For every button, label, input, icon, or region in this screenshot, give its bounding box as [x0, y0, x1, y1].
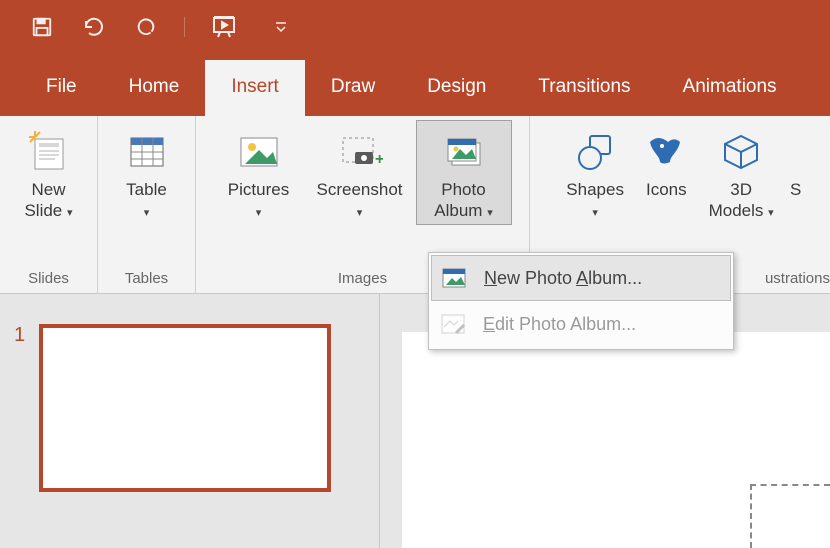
menu-edit-photo-album: Edit Photo Album... [431, 301, 731, 347]
slide-canvas[interactable] [402, 332, 830, 548]
new-photo-album-icon [440, 264, 468, 292]
screenshot-button[interactable]: + Screenshot ▾ [304, 120, 416, 225]
photo-album-label-2: Album [434, 201, 482, 220]
pictures-button[interactable]: Pictures ▾ [214, 120, 304, 225]
chevron-down-icon: ▾ [768, 207, 774, 219]
menu-new-photo-album[interactable]: New Photo Album... [431, 255, 731, 301]
chevron-down-icon: ▾ [487, 207, 493, 219]
tab-design[interactable]: Design [401, 60, 512, 116]
group-tables: Table ▾ Tables [98, 116, 196, 293]
tab-animations[interactable]: Animations [657, 60, 803, 116]
menu-new-photo-album-label: New Photo Album... [484, 268, 642, 289]
shapes-label: Shapes [566, 180, 624, 199]
slide-thumbnail-pane[interactable]: 1 [0, 294, 380, 548]
smartart-partial-label: S [790, 180, 801, 199]
3d-models-label-2: Models [709, 201, 764, 220]
redo-icon [135, 16, 157, 38]
photo-album-icon [442, 131, 486, 173]
shapes-icon [574, 132, 616, 172]
pictures-label: Pictures [228, 180, 289, 199]
slide-thumbnail-1[interactable] [39, 324, 331, 492]
icons-button[interactable]: Icons [635, 120, 698, 203]
3d-models-label-1: 3D [730, 180, 752, 199]
dropdown-caret-icon [275, 20, 287, 34]
slide-number: 1 [14, 324, 25, 548]
tab-transitions[interactable]: Transitions [512, 60, 656, 116]
edit-photo-album-icon [439, 310, 467, 338]
content-placeholder[interactable] [750, 484, 830, 548]
3d-models-button[interactable]: 3D Models ▾ [698, 120, 785, 225]
tab-home[interactable]: Home [103, 60, 206, 116]
icons-icon [646, 132, 686, 172]
photo-album-button[interactable]: Photo Album ▾ [416, 120, 512, 225]
chevron-down-icon: ▾ [67, 207, 73, 219]
table-icon [127, 132, 167, 172]
tab-file[interactable]: File [20, 60, 103, 116]
table-label: Table [126, 180, 167, 199]
pictures-icon [237, 132, 281, 172]
3d-models-icon [721, 132, 761, 172]
save-icon [31, 16, 53, 38]
chevron-down-icon: ▾ [256, 207, 262, 219]
menu-edit-photo-album-label: Edit Photo Album... [483, 314, 636, 335]
slideshow-icon [212, 16, 240, 38]
tab-draw[interactable]: Draw [305, 60, 401, 116]
redo-button[interactable] [132, 13, 160, 41]
table-button[interactable]: Table ▾ [111, 120, 183, 225]
chevron-down-icon: ▾ [357, 207, 363, 219]
chevron-down-icon: ▾ [592, 207, 598, 219]
new-slide-button[interactable]: New Slide ▾ [13, 120, 85, 225]
screenshot-icon: + [337, 132, 383, 172]
undo-icon [82, 17, 106, 37]
new-slide-label-2: Slide [24, 201, 62, 220]
group-label-tables: Tables [98, 264, 195, 293]
save-button[interactable] [28, 13, 56, 41]
quick-access-toolbar [0, 0, 830, 54]
smartart-button[interactable]: S [785, 120, 805, 203]
slideshow-from-start-button[interactable] [209, 13, 243, 41]
tab-insert[interactable]: Insert [205, 60, 305, 116]
chevron-down-icon: ▾ [144, 207, 150, 219]
qat-separator [184, 17, 185, 37]
customize-qat-button[interactable] [267, 13, 295, 41]
photo-album-label-1: Photo [441, 180, 485, 199]
undo-button[interactable] [80, 13, 108, 41]
new-slide-label-1: New [31, 180, 65, 199]
new-slide-icon [29, 131, 69, 173]
svg-text:+: + [375, 151, 383, 168]
ribbon-tabs: File Home Insert Draw Design Transitions… [0, 54, 830, 116]
shapes-button[interactable]: Shapes ▾ [555, 120, 635, 225]
icons-label: Icons [646, 180, 687, 199]
group-label-slides: Slides [0, 264, 97, 293]
photo-album-menu: New Photo Album... Edit Photo Album... [428, 252, 734, 350]
group-slides: New Slide ▾ Slides [0, 116, 98, 293]
screenshot-label: Screenshot [317, 180, 403, 199]
